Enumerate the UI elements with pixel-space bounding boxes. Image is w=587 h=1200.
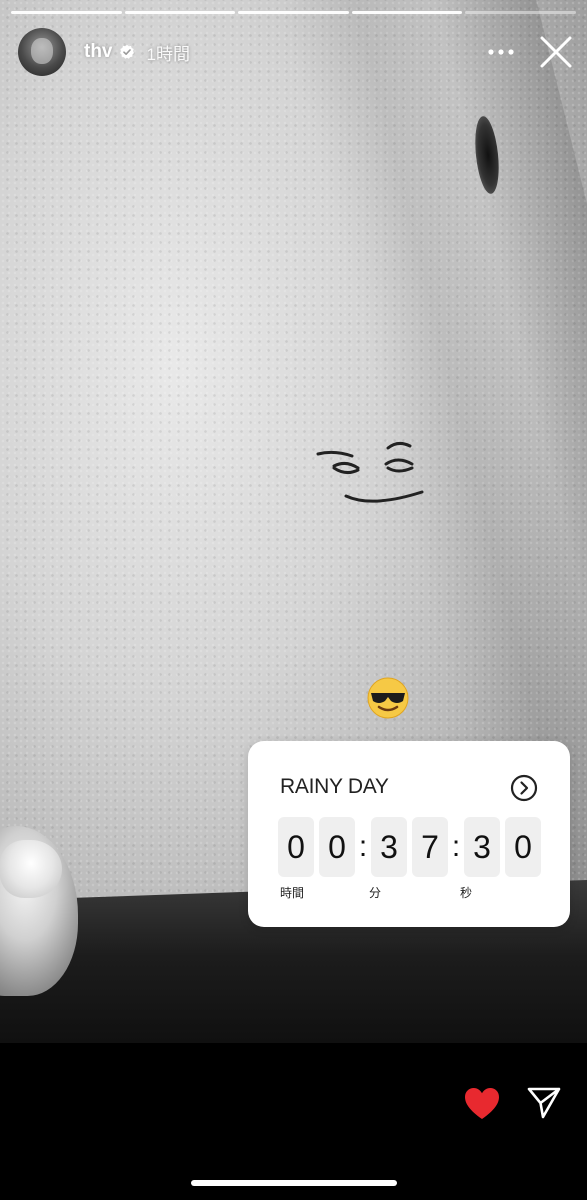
countdown-digit: 0 [505, 817, 541, 877]
story-header: thv 1時間 [18, 28, 574, 76]
seconds-digits: 3 0 [464, 817, 541, 877]
face-doodle [316, 441, 424, 503]
smiling-face-with-sunglasses-emoji[interactable] [366, 676, 410, 720]
progress-segment [124, 11, 236, 14]
avatar[interactable] [18, 28, 66, 76]
hours-digits: 0 0 [278, 817, 355, 877]
chevron-right-circle-icon[interactable] [510, 774, 538, 802]
progress-segment [351, 11, 463, 14]
username[interactable]: thv [84, 41, 113, 63]
countdown-separator: : [358, 830, 368, 863]
home-indicator[interactable] [191, 1180, 397, 1186]
minutes-digits: 3 7 [371, 817, 448, 877]
unit-minutes-label: 分 [369, 886, 382, 900]
heart-icon[interactable] [463, 1086, 501, 1122]
finger-nail [0, 840, 62, 898]
countdown-separator: : [451, 830, 461, 863]
countdown-digit: 0 [319, 817, 355, 877]
more-horizontal-icon [488, 49, 514, 55]
countdown-title: RAINY DAY [280, 775, 389, 798]
progress-segment [11, 11, 122, 14]
unit-hours-label: 時間 [280, 886, 305, 900]
countdown-digit: 7 [412, 817, 448, 877]
countdown-digit: 0 [278, 817, 314, 877]
post-time: 1時間 [146, 44, 190, 64]
unit-seconds-label: 秒 [460, 886, 473, 900]
countdown-digit: 3 [464, 817, 500, 877]
progress-segment [238, 11, 349, 14]
countdown-sticker[interactable]: RAINY DAY 0 0 : 3 7 : 3 0 時間 分 秒 [248, 741, 570, 927]
countdown-digit: 3 [371, 817, 407, 877]
verified-badge-icon [119, 44, 134, 59]
send-icon[interactable] [526, 1086, 562, 1120]
more-options-button[interactable] [486, 38, 516, 66]
countdown-digits: 0 0 : 3 7 : 3 0 [278, 817, 541, 877]
close-icon[interactable] [538, 34, 574, 70]
story-viewer: thv 1時間 RAINY DAY 0 0 : 3 7: 3 0 時間 分 秒 [0, 0, 587, 1200]
progress-segment-current [465, 11, 576, 14]
story-progress-bar [11, 11, 576, 14]
